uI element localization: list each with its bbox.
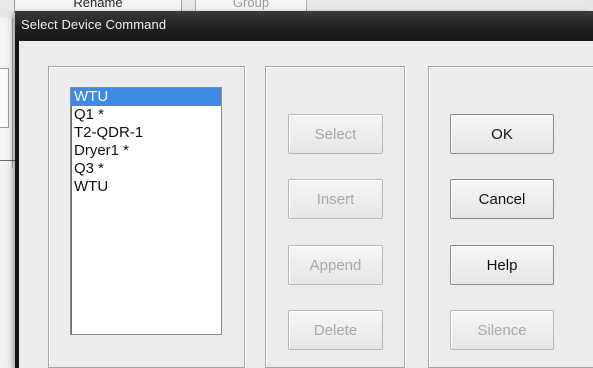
delete-button[interactable]: Delete <box>288 310 383 350</box>
action-buttons-group: Select Insert Append Delete <box>265 66 405 368</box>
silence-button[interactable]: Silence <box>450 310 554 350</box>
cancel-button[interactable]: Cancel <box>450 179 554 219</box>
help-button[interactable]: Help <box>450 245 554 285</box>
dialog-body: WTU Q1 * T2-QDR-1 Dryer1 * Q3 * WTU Sele… <box>15 41 593 368</box>
insert-button[interactable]: Insert <box>288 179 383 219</box>
device-listbox[interactable]: WTU Q1 * T2-QDR-1 Dryer1 * Q3 * WTU <box>70 87 222 335</box>
device-list-item-wtu-selected[interactable]: WTU <box>71 88 221 106</box>
dialog-buttons-group: OK Cancel Help Silence <box>428 66 593 368</box>
background-panel-box <box>0 68 9 128</box>
device-list-item-dryer1[interactable]: Dryer1 * <box>71 142 221 160</box>
device-list-item-q1[interactable]: Q1 * <box>71 106 221 124</box>
select-button[interactable]: Select <box>288 114 383 154</box>
device-list-item-q3[interactable]: Q3 * <box>71 160 221 178</box>
background-panel <box>0 18 13 168</box>
background-divider <box>0 160 15 161</box>
append-button[interactable]: Append <box>288 245 383 285</box>
dialog-title: Select Device Command <box>21 17 167 32</box>
device-list-item-wtu[interactable]: WTU <box>71 178 221 196</box>
select-device-command-dialog: Select Device Command WTU Q1 * T2-QDR-1 … <box>15 11 593 368</box>
dialog-title-bar[interactable]: Select Device Command <box>15 11 593 41</box>
device-list-item-t2-qdr-1[interactable]: T2-QDR-1 <box>71 124 221 142</box>
ok-button[interactable]: OK <box>450 114 554 154</box>
device-list-group: WTU Q1 * T2-QDR-1 Dryer1 * Q3 * WTU <box>48 66 245 368</box>
